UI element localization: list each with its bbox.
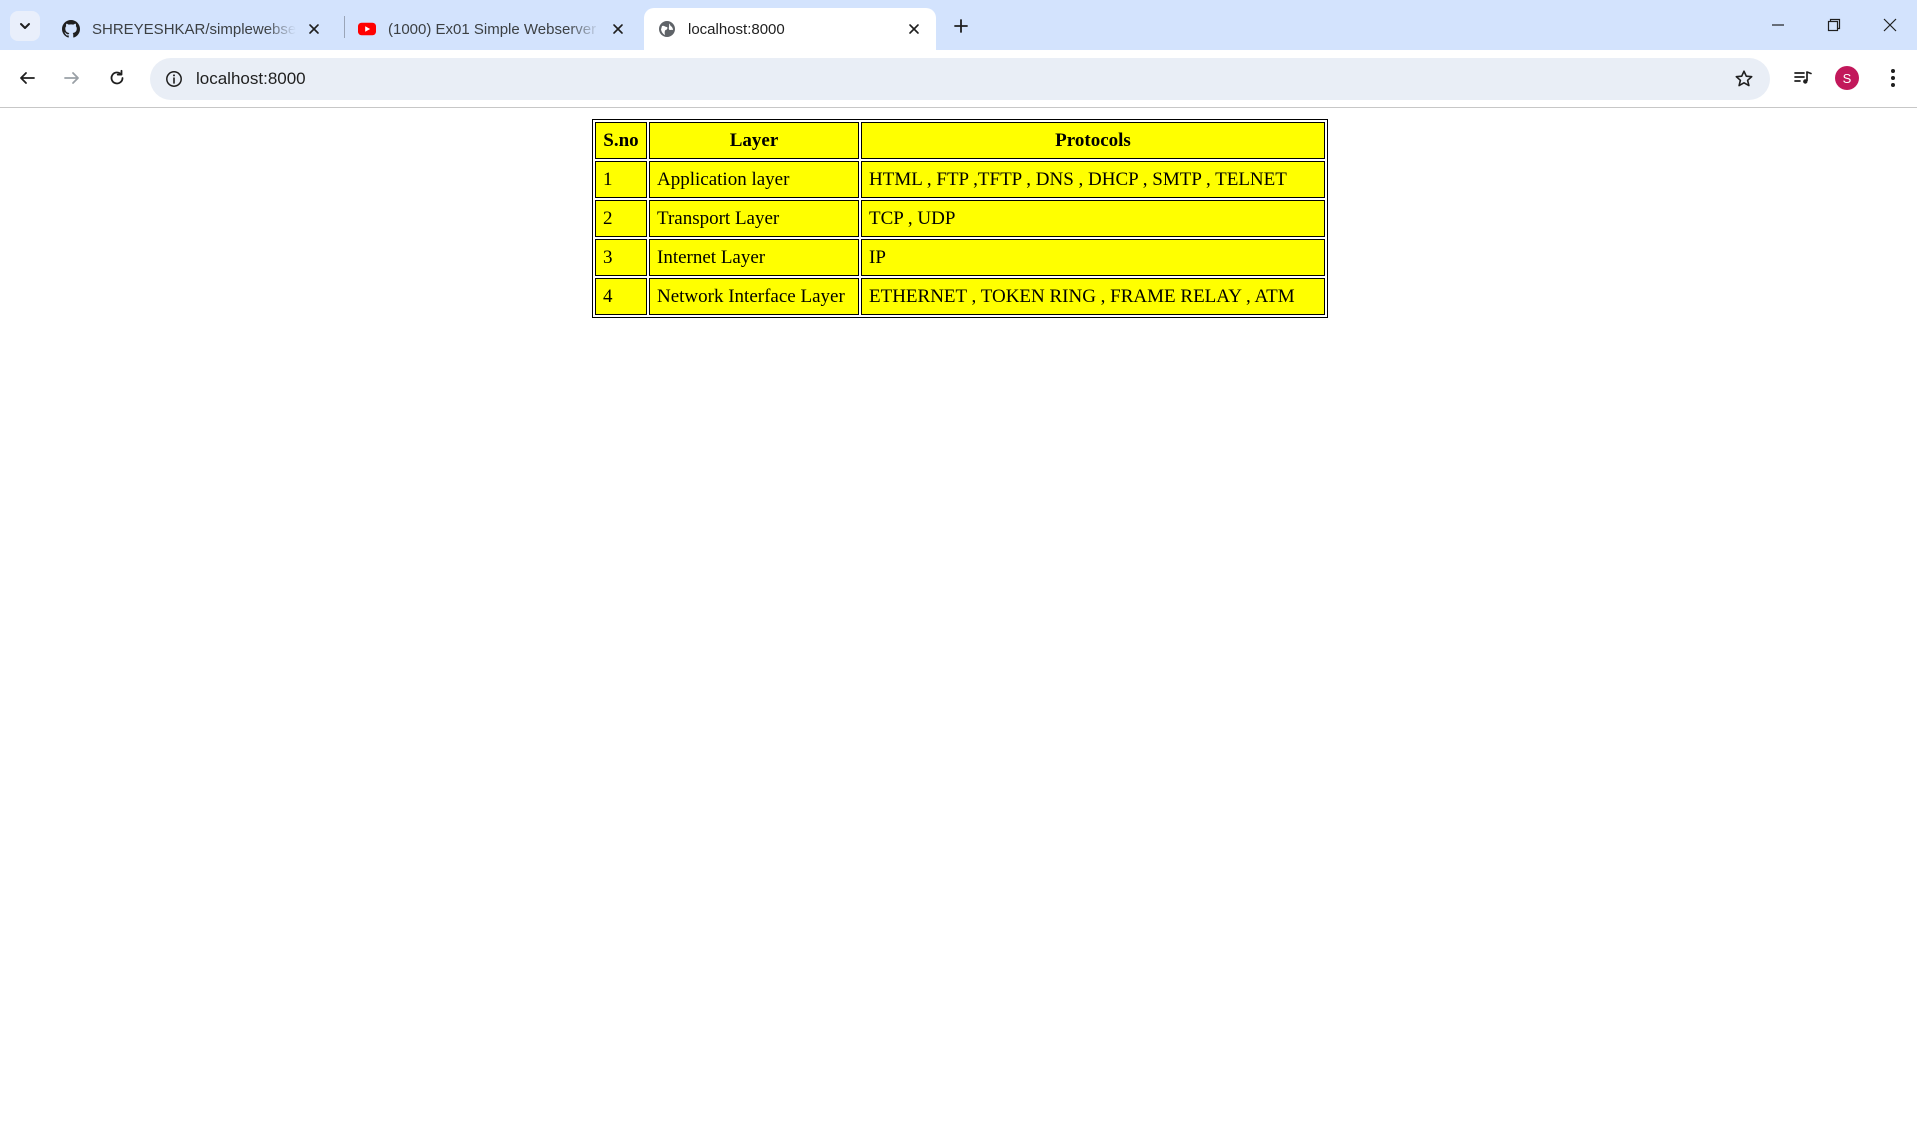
protocol-table: S.no Layer Protocols 1 Application layer…	[592, 119, 1328, 318]
cell-protocols: HTML , FTP ,TFTP , DNS , DHCP , SMTP , T…	[861, 161, 1325, 198]
tab-youtube[interactable]: (1000) Ex01 Simple Webserver \	[344, 8, 640, 50]
media-control-button[interactable]	[1786, 61, 1820, 95]
tab-title: (1000) Ex01 Simple Webserver \	[388, 20, 600, 38]
table-row: 3 Internet Layer IP	[595, 239, 1325, 276]
tab-title: SHREYESHKAR/simplewebserver	[92, 20, 296, 38]
minimize-icon	[1772, 24, 1784, 26]
plus-icon	[954, 19, 968, 33]
cell-sno: 3	[595, 239, 647, 276]
tab-title: localhost:8000	[688, 20, 785, 38]
cell-layer: Application layer	[649, 161, 859, 198]
globe-icon	[658, 20, 676, 38]
tab-strip: SHREYESHKAR/simplewebserver (1000) Ex01 …	[0, 0, 1917, 50]
cell-sno: 2	[595, 200, 647, 237]
restore-icon	[1827, 18, 1841, 32]
cell-layer: Network Interface Layer	[649, 278, 859, 315]
close-icon[interactable]	[904, 19, 924, 39]
table-row: 4 Network Interface Layer ETHERNET , TOK…	[595, 278, 1325, 315]
playlist-music-icon	[1794, 71, 1812, 84]
cell-protocols: TCP , UDP	[861, 200, 1325, 237]
close-icon[interactable]	[304, 19, 324, 39]
youtube-icon	[358, 20, 376, 38]
cell-protocols: IP	[861, 239, 1325, 276]
avatar-initial: S	[1842, 70, 1852, 86]
tab-github[interactable]: SHREYESHKAR/simplewebserver	[48, 8, 336, 50]
column-header-sno: S.no	[595, 122, 647, 159]
table-header-row: S.no Layer Protocols	[595, 122, 1325, 159]
cell-sno: 4	[595, 278, 647, 315]
back-button[interactable]	[10, 61, 44, 95]
table-row: 2 Transport Layer TCP , UDP	[595, 200, 1325, 237]
cell-layer: Internet Layer	[649, 239, 859, 276]
address-bar[interactable]: localhost:8000	[150, 58, 1770, 100]
forward-button[interactable]	[55, 61, 89, 95]
reload-button[interactable]	[100, 61, 134, 95]
cell-sno: 1	[595, 161, 647, 198]
arrow-right-icon	[64, 72, 79, 84]
column-header-layer: Layer	[649, 122, 859, 159]
avatar[interactable]: S	[1835, 66, 1859, 90]
chevron-down-icon	[20, 23, 30, 29]
kebab-menu-icon	[1891, 69, 1895, 87]
arrow-left-icon	[20, 72, 35, 84]
table-row: 1 Application layer HTML , FTP ,TFTP , D…	[595, 161, 1325, 198]
close-icon	[1883, 18, 1897, 32]
tab-localhost[interactable]: localhost:8000	[644, 8, 936, 50]
site-info-icon[interactable]	[160, 65, 188, 93]
column-header-protocols: Protocols	[861, 122, 1325, 159]
menu-button[interactable]	[1876, 61, 1910, 95]
new-tab-button[interactable]	[946, 11, 976, 41]
cell-protocols: ETHERNET , TOKEN RING , FRAME RELAY , AT…	[861, 278, 1325, 315]
close-window-button[interactable]	[1862, 0, 1917, 50]
github-icon	[62, 20, 80, 38]
tab-search-button[interactable]	[10, 11, 40, 41]
cell-layer: Transport Layer	[649, 200, 859, 237]
reload-icon	[110, 69, 124, 85]
bookmark-star-icon[interactable]	[1730, 65, 1758, 93]
minimize-button[interactable]	[1750, 0, 1806, 50]
browser-toolbar: localhost:8000 S	[0, 50, 1917, 108]
restore-button[interactable]	[1806, 0, 1862, 50]
close-icon[interactable]	[608, 19, 628, 39]
url-text[interactable]: localhost:8000	[196, 58, 306, 100]
page-viewport: S.no Layer Protocols 1 Application layer…	[0, 109, 1917, 1136]
